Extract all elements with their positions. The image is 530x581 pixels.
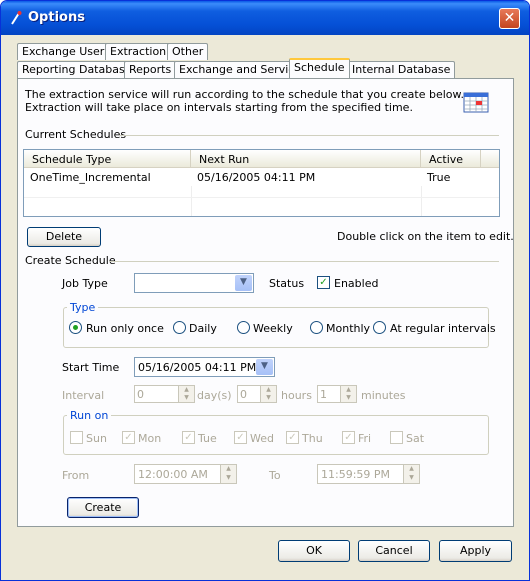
enabled-checkbox[interactable]: ✓ [317,276,330,289]
checkbox-tue[interactable]: ✓ [182,431,195,444]
status-label: Status [269,277,305,290]
day-label: Tue [198,432,217,445]
radio-label: Weekly [253,322,293,335]
radio-daily[interactable] [173,321,186,334]
current-schedules-label: Current Schedules [25,128,127,141]
day-label: Fri [358,432,372,445]
radio-label: Run only once [86,322,164,335]
job-type-select[interactable]: ▼ [134,273,254,293]
tab-reporting-database[interactable]: Reporting Database [17,61,137,78]
column-active[interactable]: Active [429,153,463,166]
to-time-input[interactable]: 11:59:59 PM ▲ ▼ [317,464,420,484]
column-next-run[interactable]: Next Run [199,153,249,166]
type-group-label: Type [67,301,99,314]
checkbox-mon[interactable]: ✓ [122,431,135,444]
days-spinner[interactable]: ▲ ▼ [178,386,194,402]
radio-label: Monthly [326,322,371,335]
from-spinner[interactable]: ▲ ▼ [220,465,236,483]
day-label: Thu [302,432,323,445]
tab-extraction[interactable]: Extraction [105,43,172,60]
app-icon [11,11,22,25]
intro-line-2: Extraction will take place on intervals … [25,101,413,114]
delete-button[interactable]: Delete [27,227,101,247]
chevron-down-icon[interactable]: ▼ [256,359,273,375]
to-label: To [269,469,281,482]
interval-days-input[interactable]: 0 ▲ ▼ [134,385,195,403]
edit-hint: Double click on the item to edit. [337,230,514,243]
day-label: Sun [86,432,107,445]
minutes-spinner[interactable]: ▲ ▼ [340,386,356,402]
tab-internal-database[interactable]: Internal Database [347,61,456,78]
radio-label: Daily [189,322,217,335]
intro-line-1: The extraction service will run accordin… [25,88,464,101]
window-title: Options [28,10,85,25]
divider [109,261,499,262]
from-time-input[interactable]: 12:00:00 AM ▲ ▼ [134,464,237,484]
tab-reports[interactable]: Reports [124,61,177,78]
radio-label: At regular intervals [390,322,496,335]
checkbox-thu[interactable]: ✓ [286,431,299,444]
cell-next-run: 05/16/2005 04:11 PM [197,171,316,184]
from-label: From [62,469,90,482]
create-button[interactable]: Create [67,497,139,518]
create-schedule-label: Create Schedule [25,254,116,267]
day-label: Mon [138,432,162,445]
to-spinner[interactable]: ▲ ▼ [403,465,419,483]
cell-active: True [427,171,451,184]
title-bar[interactable]: Options ✕ [1,1,529,35]
enabled-label: Enabled [334,277,379,290]
close-button[interactable]: ✕ [499,8,520,29]
schedules-table[interactable]: Schedule Type Next Run Active OneTime_In… [23,149,500,217]
minutes-unit-label: minutes [361,389,406,402]
interval-hours-input[interactable]: 0 ▲ ▼ [237,385,277,403]
hours-unit-label: hours [281,389,312,402]
ok-button[interactable]: OK [278,540,350,562]
radio-weekly[interactable] [237,321,250,334]
chevron-down-icon[interactable]: ▼ [235,275,252,291]
radio-monthly[interactable] [310,321,323,334]
checkbox-sat[interactable] [390,431,403,444]
checkbox-wed[interactable]: ✓ [234,431,247,444]
options-window: Options ✕ Exchange Users Extraction Othe… [0,0,530,581]
checkbox-fri[interactable]: ✓ [342,431,355,444]
cancel-button[interactable]: Cancel [358,540,430,562]
hours-spinner[interactable]: ▲ ▼ [260,386,276,402]
cell-schedule-type: OneTime_Incremental [30,171,151,184]
tab-schedule[interactable]: Schedule [289,58,350,78]
run-on-group-label: Run on [67,409,112,422]
interval-label: Interval [62,389,105,402]
divider [119,135,499,136]
days-unit-label: day(s) [197,389,232,402]
table-header: Schedule Type Next Run Active [24,150,499,168]
calendar-icon [463,92,489,113]
tab-exchange-users[interactable]: Exchange Users [17,43,116,60]
job-type-label: Job Type [62,277,108,290]
day-label: Sat [406,432,425,445]
tab-other[interactable]: Other [167,43,209,60]
table-row[interactable]: OneTime_Incremental 05/16/2005 04:11 PM … [24,169,499,186]
column-schedule-type[interactable]: Schedule Type [32,153,111,166]
apply-button[interactable]: Apply [439,540,512,562]
interval-minutes-input[interactable]: 1 ▲ ▼ [317,385,357,403]
start-time-label: Start Time [62,361,120,374]
close-icon: ✕ [503,10,516,26]
checkbox-sun[interactable] [70,431,83,444]
radio-run-only-once[interactable] [69,321,82,334]
start-time-picker[interactable]: 05/16/2005 04:11 PM ▼ [134,357,275,377]
day-label: Wed [250,432,274,445]
radio-at-regular-intervals[interactable] [373,321,386,334]
tab-exchange-and-service[interactable]: Exchange and Service [174,61,307,78]
